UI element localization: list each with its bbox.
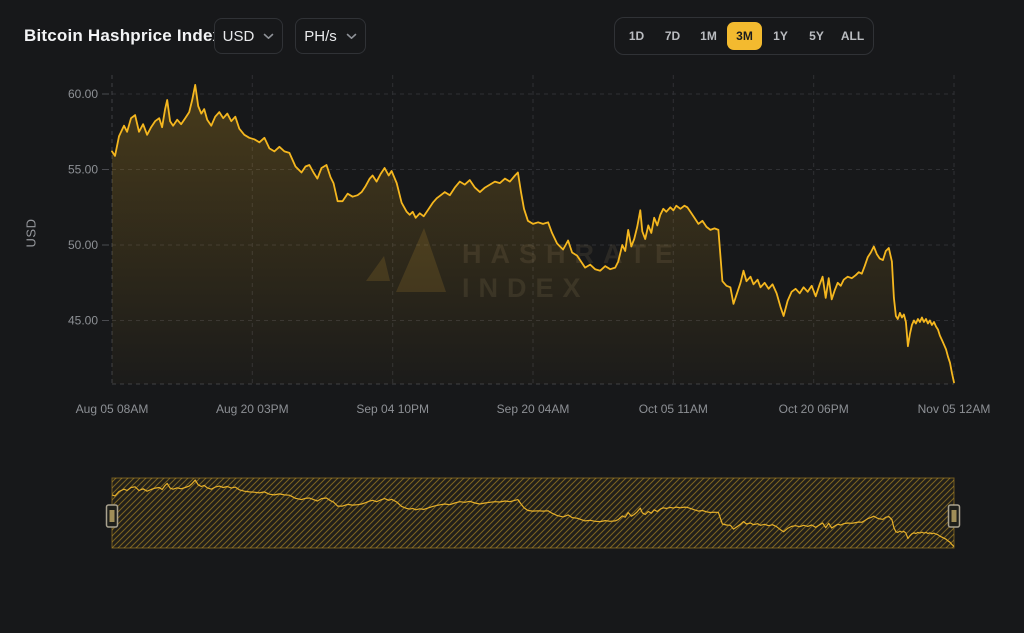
price-area (112, 85, 954, 384)
svg-text:Sep 20 04AM: Sep 20 04AM (497, 402, 570, 416)
svg-text:Sep 04 10PM: Sep 04 10PM (356, 402, 429, 416)
brush-handle-right[interactable] (949, 505, 960, 527)
minimap (107, 478, 960, 548)
watermark-line2: INDEX (462, 273, 590, 303)
svg-text:60.00: 60.00 (68, 87, 98, 101)
svg-text:45.00: 45.00 (68, 314, 98, 328)
svg-text:Aug 20 03PM: Aug 20 03PM (216, 402, 289, 416)
hashprice-chart[interactable]: 60.00 55.00 50.00 45.00 Aug 05 08AM Aug 20 03… (0, 0, 1024, 633)
brush-handle-left[interactable] (107, 505, 118, 527)
watermark-line1: HASHRATE (462, 239, 682, 269)
y-axis-labels: 60.00 55.00 50.00 45.00 (68, 87, 98, 328)
svg-text:Oct 05 11AM: Oct 05 11AM (639, 402, 708, 416)
svg-text:Aug 05 08AM: Aug 05 08AM (76, 402, 149, 416)
x-axis-labels: Aug 05 08AM Aug 20 03PM Sep 04 10PM Sep 20 … (76, 402, 991, 416)
svg-text:55.00: 55.00 (68, 163, 98, 177)
svg-text:50.00: 50.00 (68, 238, 98, 252)
hashprice-dashboard: Bitcoin Hashprice Index USD PH/s 1D 7D 1… (0, 0, 1024, 633)
svg-text:Nov 05 12AM: Nov 05 12AM (918, 402, 991, 416)
svg-text:Oct 20 06PM: Oct 20 06PM (779, 402, 849, 416)
